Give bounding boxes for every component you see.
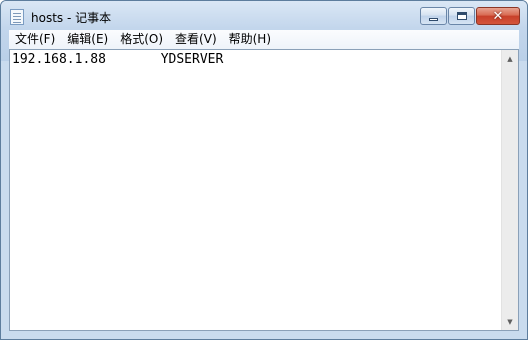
menu-help[interactable]: 帮助(H) bbox=[223, 30, 277, 49]
menu-view[interactable]: 查看(V) bbox=[169, 30, 223, 49]
notepad-window: hosts - 记事本 ✕ 文件(F) 编辑(E) 格式(O) 查看(V) 帮助… bbox=[0, 0, 528, 340]
scroll-down-arrow-icon: ▼ bbox=[507, 317, 513, 326]
scroll-up-arrow-icon: ▲ bbox=[507, 54, 513, 63]
menu-format[interactable]: 格式(O) bbox=[114, 30, 169, 49]
minimize-button[interactable] bbox=[420, 7, 447, 25]
vertical-scrollbar[interactable]: ▲ ▼ bbox=[501, 50, 518, 330]
text-editor[interactable]: 192.168.1.88 YDSERVER ▲ ▼ bbox=[9, 49, 519, 331]
scroll-down-button[interactable]: ▼ bbox=[502, 313, 518, 330]
menu-edit[interactable]: 编辑(E) bbox=[61, 30, 114, 49]
notepad-icon[interactable] bbox=[10, 9, 24, 25]
caption-buttons: ✕ bbox=[419, 7, 520, 25]
menu-file[interactable]: 文件(F) bbox=[9, 30, 61, 49]
maximize-button[interactable] bbox=[448, 7, 475, 25]
title-bar[interactable]: hosts - 记事本 ✕ bbox=[1, 1, 527, 31]
window-title: hosts - 记事本 bbox=[31, 11, 112, 25]
close-icon: ✕ bbox=[492, 8, 504, 24]
editor-content[interactable]: 192.168.1.88 YDSERVER bbox=[12, 52, 498, 330]
close-button[interactable]: ✕ bbox=[476, 7, 520, 25]
maximize-icon bbox=[456, 12, 467, 20]
menu-bar: 文件(F) 编辑(E) 格式(O) 查看(V) 帮助(H) bbox=[9, 30, 519, 49]
scroll-up-button[interactable]: ▲ bbox=[502, 50, 518, 67]
minimize-icon bbox=[429, 17, 438, 21]
